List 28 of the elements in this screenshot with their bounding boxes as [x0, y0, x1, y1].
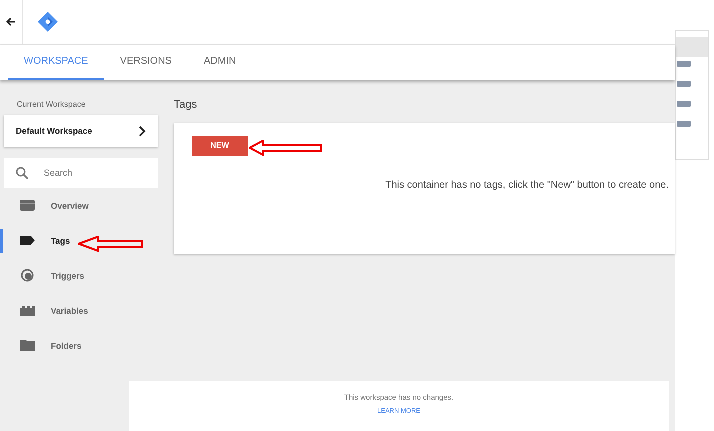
chevron-right-icon [139, 126, 146, 136]
page-title: Tags [174, 99, 198, 111]
nav-tab[interactable]: VERSIONS [104, 45, 188, 80]
search-icon [16, 167, 29, 180]
sidebar-item[interactable]: Triggers [4, 258, 158, 293]
status-badge [677, 61, 691, 67]
trigger-circle-icon [20, 269, 35, 282]
sidebar-item[interactable]: Variables [4, 293, 158, 328]
status-badge [677, 81, 691, 87]
folder-tab-icon [20, 200, 35, 211]
new-button[interactable]: NEW [192, 136, 248, 156]
nav-tab[interactable]: WORKSPACE [8, 45, 104, 80]
diamond-logo-icon [37, 11, 59, 33]
sidebar-item[interactable]: Tags [4, 223, 158, 258]
sidebar-item[interactable]: Folders [4, 328, 158, 363]
nav-tab[interactable]: ADMIN [188, 45, 252, 80]
sidebar-item[interactable]: Overview [4, 188, 158, 223]
annotation-arrow [78, 236, 144, 252]
workspace-label: Current Workspace [17, 100, 87, 109]
tag-icon [20, 236, 35, 245]
blocks-icon [20, 306, 35, 316]
status-badge [677, 121, 691, 127]
empty-message: This container has no tags, click the "New" button to create one. [386, 180, 669, 191]
folder-icon [20, 340, 35, 351]
status-badge [677, 101, 691, 107]
back-arrow-icon[interactable] [6, 17, 16, 27]
search-field[interactable]: Search [4, 158, 158, 188]
workspace-selector[interactable]: Default Workspace [4, 115, 158, 147]
